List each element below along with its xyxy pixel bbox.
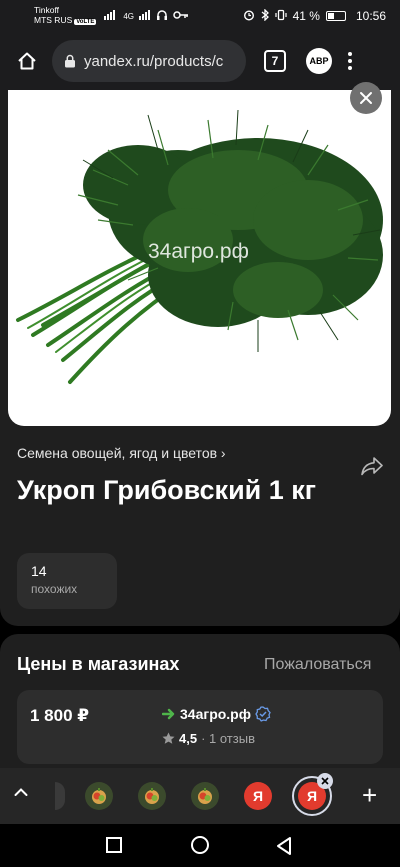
lock-icon <box>65 54 75 68</box>
tab-favicon-vegetables[interactable] <box>191 782 219 810</box>
more-menu-button[interactable] <box>348 52 352 70</box>
tab-switcher-button[interactable]: 7 <box>264 50 286 72</box>
menu-dot <box>348 59 352 63</box>
close-icon <box>360 92 372 104</box>
prices-heading: Цены в магазинах <box>17 654 180 674</box>
prices-section: Цены в магазинах Пожаловаться 1 800 ₽ 34… <box>0 634 400 774</box>
report-link[interactable]: Пожаловаться <box>264 656 371 674</box>
offer-price: 1 800 ₽ <box>30 706 90 725</box>
close-icon <box>321 777 329 785</box>
verified-icon <box>255 706 271 722</box>
product-image[interactable]: 34агро.рф <box>8 90 391 426</box>
battery-icon <box>325 11 346 21</box>
key-icon <box>173 10 189 23</box>
home-nav-button[interactable] <box>191 836 209 854</box>
volte-badge: VoLTE <box>74 19 97 25</box>
offer-card[interactable]: 1 800 ₽ 34агро.рф 4,5 · 1 отзыв <box>17 690 383 764</box>
headphones-icon <box>156 9 168 24</box>
close-tab-badge[interactable] <box>317 773 333 789</box>
shop-name: 34агро.рф <box>180 706 251 722</box>
address-bar[interactable]: yandex.ru/products/c <box>52 40 246 82</box>
tab-strip: Я Я + <box>0 768 400 824</box>
tab-favicon-yandex[interactable]: Я <box>244 782 272 810</box>
system-nav-bar <box>0 824 400 867</box>
similar-count: 14 <box>31 563 47 579</box>
carrier-info: Tinkoff MTS RUS VoLTE <box>34 5 97 27</box>
status-icons-left: 4G <box>104 9 189 24</box>
vibrate-icon <box>275 9 287 24</box>
vegetables-favicon-icon <box>92 788 106 804</box>
share-icon <box>361 457 383 476</box>
similar-products-chip[interactable]: 14 похожих <box>17 553 117 609</box>
rating-score: 4,5 <box>179 731 198 746</box>
adblock-button[interactable]: ABP <box>306 48 332 74</box>
chevron-up-icon <box>14 788 28 796</box>
vegetables-favicon-icon <box>145 788 159 804</box>
go-arrow-icon <box>162 708 175 720</box>
product-title: Укроп Грибовский 1 кг <box>17 475 317 505</box>
tab-strip-expand-button[interactable] <box>14 784 28 802</box>
close-button[interactable] <box>350 82 382 114</box>
url-text[interactable]: yandex.ru/products/c <box>84 53 223 70</box>
product-card: 34агро.рф Семена овощей, ягод и цветов ›… <box>0 82 400 626</box>
tab-favicon-vegetables[interactable] <box>85 782 113 810</box>
menu-dot <box>348 66 352 70</box>
alarm-icon <box>243 9 255 24</box>
home-button[interactable] <box>10 44 44 78</box>
tab-favicon-vegetables[interactable] <box>55 782 65 810</box>
tab-favicon-vegetables[interactable] <box>138 782 166 810</box>
similar-label: похожих <box>31 582 78 596</box>
status-bar: Tinkoff MTS RUS VoLTE 4G 41 % 10:56 <box>0 0 400 32</box>
star-icon <box>162 732 175 744</box>
offer-rating: 4,5 · 1 отзыв <box>162 731 255 746</box>
network-type: 4G <box>123 11 135 21</box>
review-count: · 1 отзыв <box>201 731 255 746</box>
image-watermark: 34агро.рф <box>148 240 249 263</box>
adblock-label: ABP <box>309 56 329 66</box>
signal-icon <box>104 9 118 23</box>
offer-shop[interactable]: 34агро.рф <box>162 706 271 722</box>
yandex-letter: Я <box>306 788 318 804</box>
share-button[interactable] <box>360 456 384 481</box>
battery-fill <box>327 13 334 19</box>
tab-count: 7 <box>271 54 279 68</box>
new-tab-button[interactable]: + <box>362 782 377 808</box>
battery-percent: 41 % <box>292 9 320 23</box>
menu-dot <box>348 52 352 56</box>
back-button[interactable] <box>275 836 293 861</box>
yandex-letter: Я <box>252 788 264 804</box>
carrier-primary: Tinkoff <box>34 5 60 15</box>
clock: 10:56 <box>355 9 386 23</box>
signal-2-icon <box>139 9 151 23</box>
recents-button[interactable] <box>106 837 122 853</box>
browser-toolbar: yandex.ru/products/c 7 ABP <box>0 32 400 90</box>
status-icons-right: 41 % 10:56 <box>243 7 386 24</box>
vegetables-favicon-icon <box>198 788 212 804</box>
category-breadcrumb[interactable]: Семена овощей, ягод и цветов › <box>17 445 226 461</box>
home-icon <box>18 52 36 70</box>
bluetooth-icon <box>261 7 269 24</box>
back-icon <box>277 837 291 855</box>
carrier-secondary: MTS RUS VoLTE <box>34 15 97 25</box>
